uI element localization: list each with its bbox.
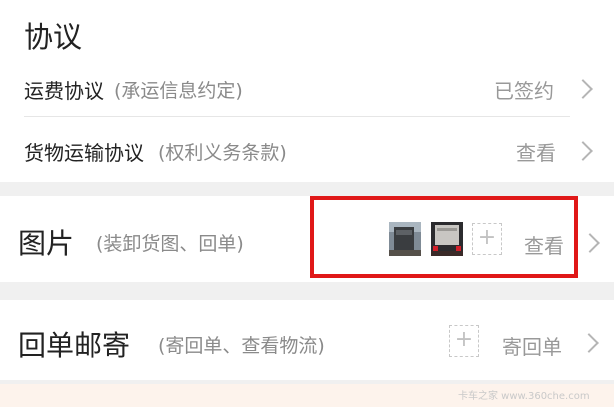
receipt-mail-label: 回单邮寄 [18, 329, 131, 362]
photos-subtitle: (装卸货图、回单) [96, 233, 244, 255]
cargo-agreement-row[interactable]: 货物运输协议 (权利义务条款) 查看 [0, 120, 614, 178]
agreement-card: 协议 运费协议 (承运信息约定) 已签约 货物运输协议 (权利义务条款) 查看 [0, 0, 614, 182]
chevron-right-icon [573, 141, 593, 161]
row-divider [24, 116, 570, 117]
cargo-agreement-view: 查看 [516, 141, 556, 165]
send-receipt-action: 寄回单 [502, 335, 562, 359]
receipt-mail-card[interactable]: 回单邮寄 (寄回单、查看物流) + 寄回单 [0, 300, 614, 380]
chevron-right-icon [579, 333, 599, 353]
chevron-right-icon [580, 233, 600, 253]
highlight-box [310, 196, 578, 278]
freight-agreement-subtitle: (承运信息约定) [114, 80, 243, 102]
add-receipt-button[interactable]: + [449, 325, 479, 357]
cargo-agreement-label: 货物运输协议 [24, 141, 144, 165]
cargo-agreement-subtitle: (权利义务条款) [158, 142, 287, 164]
watermark: 卡车之家 www.360che.com [458, 391, 590, 402]
freight-agreement-row[interactable]: 运费协议 (承运信息约定) 已签约 [0, 62, 614, 116]
freight-agreement-label: 运费协议 [24, 79, 104, 103]
chevron-right-icon [573, 79, 593, 99]
receipt-mail-subtitle: (寄回单、查看物流) [158, 335, 325, 357]
freight-agreement-status: 已签约 [494, 79, 554, 103]
photos-label: 图片 [18, 227, 75, 260]
section-title: 协议 [24, 20, 83, 54]
